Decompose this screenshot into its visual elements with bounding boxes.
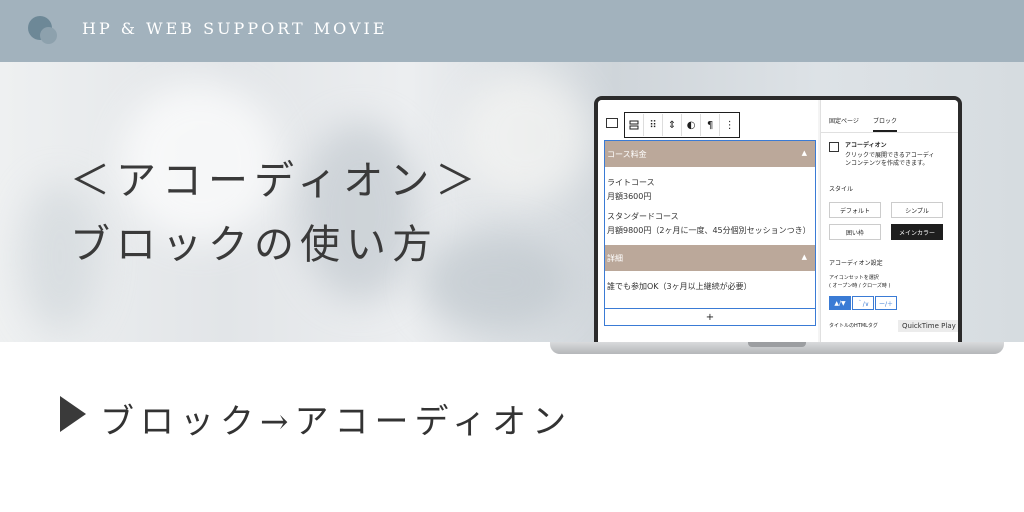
block-type-icon[interactable] xyxy=(625,114,645,136)
blur-blob xyxy=(420,232,570,332)
html-tag-label: タイトルのHTMLタグ xyxy=(829,323,878,329)
settings-sidebar: 固定ページ ブロック アコーディオン クリックで展開できるアコーディ ンコンテン… xyxy=(820,100,958,342)
site-title: HP & WEB SUPPORT MOVIE xyxy=(82,19,388,38)
accordion-text: 月額3600円 xyxy=(607,192,652,201)
accordion-heading-label: コース料金 xyxy=(607,149,647,159)
play-triangle-icon xyxy=(60,396,86,432)
style-default-button[interactable]: デフォルト xyxy=(829,202,881,218)
logo-circle-small xyxy=(40,27,57,44)
style-main-color-button[interactable]: メインカラー xyxy=(891,224,943,240)
move-up-down-icon[interactable]: ⇕ xyxy=(663,114,683,136)
sidebar-toggle-icon[interactable] xyxy=(606,118,618,128)
accordion-heading[interactable]: コース料金 ▲ xyxy=(605,141,815,167)
accordion-text: スタンダードコース xyxy=(607,212,679,221)
laptop-screen: ⠿ ⇕ ◐ ¶ ⋮ コース料金 ▲ ライトコース 月額3600円 スタンダードコ… xyxy=(594,96,962,342)
laptop-notch xyxy=(748,342,806,347)
style-simple-button[interactable]: シンプル xyxy=(891,202,943,218)
icon-set-label: アイコンセットを選択 xyxy=(829,275,879,281)
style-label: スタイル xyxy=(829,186,854,193)
style-border-button[interactable]: 囲い枠 xyxy=(829,224,881,240)
more-options-icon[interactable]: ⋮ xyxy=(720,114,739,136)
accordion-text: 月額9800円（2ヶ月に一度、45分個別セッションつき） xyxy=(607,226,811,235)
icon-set-sub: ( オープン時 / クローズ時 ) xyxy=(829,283,891,289)
accordion-block-icon xyxy=(829,142,839,152)
icon-set-triangle-button[interactable]: ▲/▼ xyxy=(829,296,851,310)
drag-handle-icon[interactable]: ⠿ xyxy=(644,114,664,136)
add-block-button[interactable]: + xyxy=(604,308,816,326)
tab-block[interactable]: ブロック xyxy=(873,116,898,132)
accordion-heading[interactable]: 詳細 ▲ xyxy=(605,245,815,271)
accordion-block[interactable]: コース料金 ▲ ライトコース 月額3600円 スタンダードコース 月額9800円… xyxy=(604,140,816,326)
quicktime-overlay: QuickTime Play xyxy=(898,320,958,332)
header-bar: HP & WEB SUPPORT MOVIE xyxy=(0,0,1024,62)
block-toolbar: ⠿ ⇕ ◐ ¶ ⋮ xyxy=(624,112,740,138)
collapse-arrow-icon[interactable]: ▲ xyxy=(802,253,807,261)
accordion-text: 誰でも参加OK（3ヶ月以上継続が必要） xyxy=(607,282,752,291)
hero-title-line1: ＜アコーディオン＞ xyxy=(70,158,482,204)
hero-title-line2: ブロックの使い方 xyxy=(70,222,438,268)
icon-set-chevron-button[interactable]: ＾/∨ xyxy=(852,296,874,310)
block-editor: ⠿ ⇕ ◐ ¶ ⋮ コース料金 ▲ ライトコース 月額3600円 スタンダードコ… xyxy=(598,100,818,342)
block-name: アコーディオン xyxy=(845,142,887,149)
block-description: ンコンテンツを作成できます。 xyxy=(845,160,929,167)
settings-label: アコーディオン設定 xyxy=(829,260,883,267)
accordion-heading-label: 詳細 xyxy=(607,253,623,263)
section-subtitle: ブロック→アコーディオン xyxy=(100,402,573,442)
paragraph-icon[interactable]: ¶ xyxy=(701,114,721,136)
accordion-text: ライトコース xyxy=(607,178,655,187)
sidebar-tabs: 固定ページ ブロック xyxy=(821,110,958,133)
tab-page[interactable]: 固定ページ xyxy=(829,116,859,125)
style-icon[interactable]: ◐ xyxy=(682,114,702,136)
icon-set-plusminus-button[interactable]: ー/＋ xyxy=(875,296,897,310)
collapse-arrow-icon[interactable]: ▲ xyxy=(802,149,807,157)
